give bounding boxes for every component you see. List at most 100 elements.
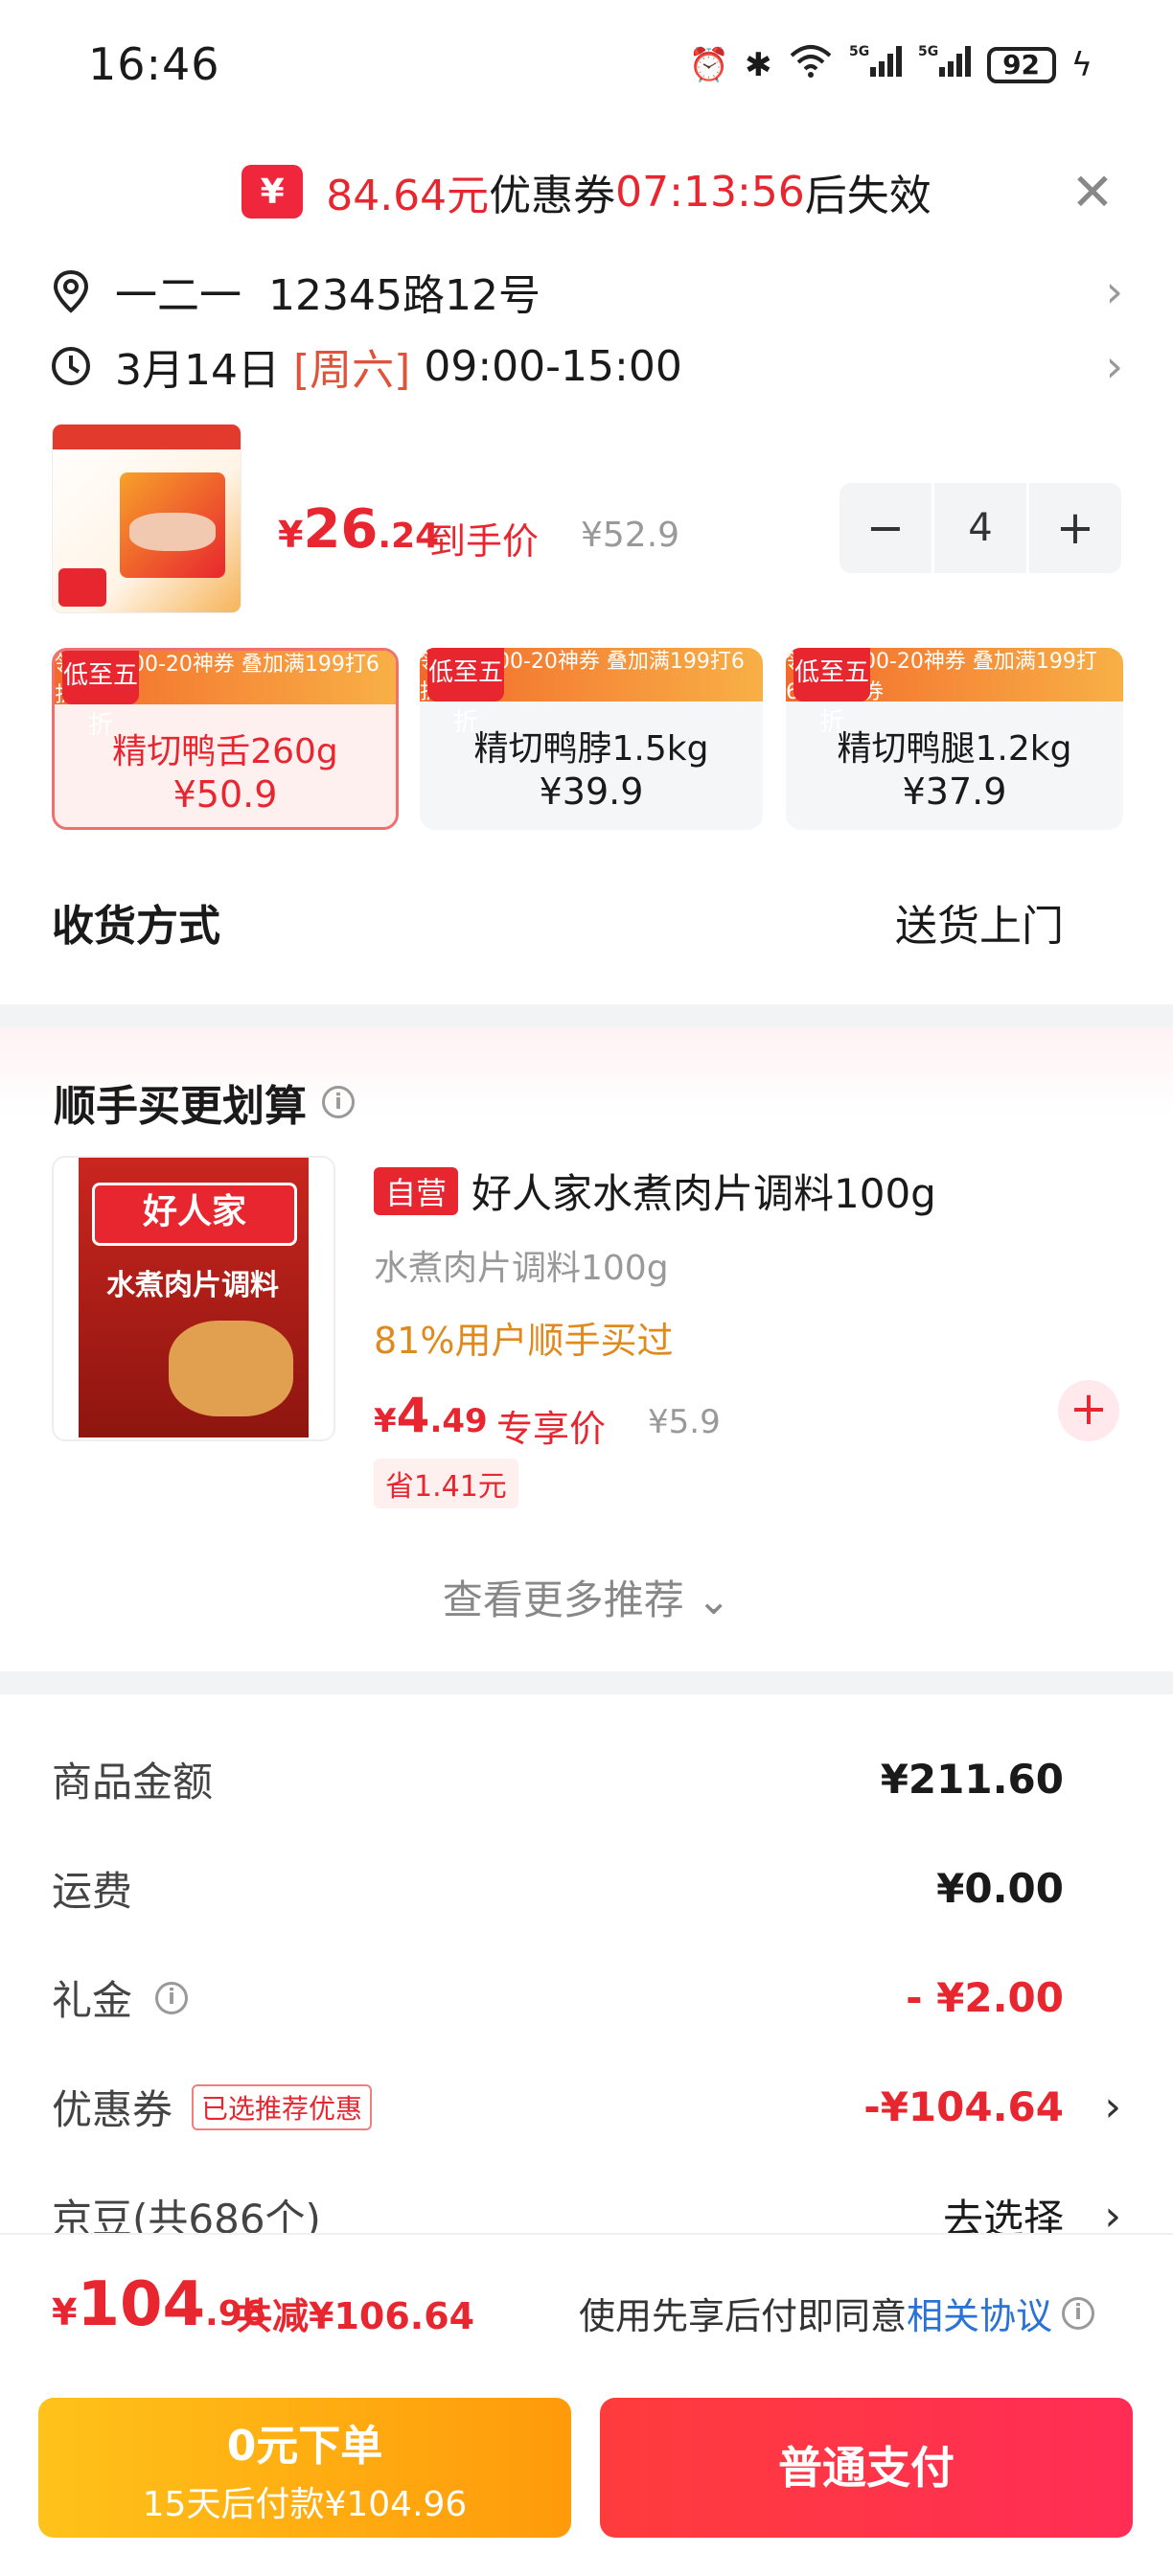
coupon-text: 优惠券 (489, 172, 616, 220)
chevron-right-icon: › (1105, 265, 1123, 317)
sku-price: ¥37.9 (902, 770, 1007, 813)
status-icons: ⏰ ✱ 5G 5G 92 ϟ (689, 42, 1092, 87)
sku-option-2[interactable]: 领满五200-20神券 叠加满199打6折品类券 低至五折 精切鸭脖1.5kg … (420, 648, 763, 830)
gift-money-value: - ¥2.00 (906, 1974, 1064, 2021)
goods-amount-value: ¥211.60 (880, 1756, 1064, 1803)
battery-icon: 92 (986, 46, 1056, 83)
shipping-row: 运费 ¥0.00 (52, 1859, 1121, 1918)
sku-badge: 低至五折 (794, 648, 870, 737)
total-integer: 104 (77, 2269, 206, 2340)
info-icon[interactable]: i (322, 1086, 355, 1118)
pay-later-title: 0元下单 (226, 2422, 383, 2471)
coupon-icon: ¥ (242, 165, 304, 218)
recommend-bought-rate: 81%用户顺手买过 (374, 1320, 674, 1362)
delivery-weekday: [周六] (292, 346, 411, 395)
recommend-price: ¥4.49 (374, 1388, 488, 1443)
coupon-countdown: 07:13:56 (615, 167, 805, 217)
decrease-button[interactable]: − (840, 501, 932, 555)
see-more-recommendations[interactable]: 查看更多推荐 ⌄ (0, 1568, 1173, 1626)
total-discount: 共减¥106.64 (236, 2295, 475, 2337)
order-total: ¥104.96 (52, 2269, 266, 2340)
agreement-text: 使用先享后付即同意 (579, 2295, 908, 2337)
recommend-title: 顺手买更划算 i (54, 1071, 355, 1133)
exclusive-price-label: 专享价 (496, 1408, 607, 1450)
goods-amount-row: 商品金额 ¥211.60 (52, 1750, 1121, 1808)
currency-symbol: ¥ (278, 514, 304, 556)
pay-later-subtitle: 15天后付款¥104.96 (142, 2485, 468, 2524)
checkout-page: 16:46 ⏰ ✱ 5G 5G 92 ϟ ¥ 84.64元 优惠券 07:13:… (0, 0, 1173, 2576)
svg-text:5G: 5G (849, 44, 869, 59)
receipt-method-row[interactable]: 收货方式 送货上门 (52, 891, 1121, 953)
sku-price: ¥39.9 (539, 770, 644, 813)
price-integer: 4 (396, 1388, 430, 1443)
agreement-link[interactable]: 相关协议 (907, 2287, 1052, 2339)
coupon-amount: 84.64元 (326, 172, 490, 220)
self-operated-tag: 自营 (374, 1166, 459, 1215)
shipping-label: 运费 (52, 1868, 133, 1915)
sku-price: ¥50.9 (172, 773, 278, 816)
info-icon[interactable]: i (155, 1981, 189, 2014)
recommend-spec: 水煮肉片调料100g (374, 1249, 669, 1288)
final-price-label: 到手价 (429, 520, 540, 563)
recommend-title-text: 顺手买更划算 (54, 1082, 307, 1131)
chevron-right-icon: › (1105, 340, 1123, 392)
clock-icon (52, 347, 90, 385)
coupon-value: -¥104.64 (863, 2083, 1064, 2130)
price-integer: 26 (303, 498, 379, 561)
chevron-right-icon: › (1104, 2082, 1121, 2131)
pay-later-button[interactable]: 0元下单 15天后付款¥104.96 (38, 2398, 571, 2538)
signal-5g-icon: 5G (918, 42, 972, 87)
section-divider (0, 1671, 1173, 1694)
recommend-product-image[interactable]: 好人家 水煮肉片调料 (52, 1156, 335, 1441)
bluetooth-icon: ✱ (745, 45, 772, 84)
wifi-icon (788, 42, 834, 87)
increase-button[interactable]: + (1029, 501, 1121, 555)
sku-option-3[interactable]: 领满五200-20神券 叠加满199打6折品类券 低至五折 精切鸭腿1.2kg … (786, 648, 1123, 830)
receipt-method-value: 送货上门 (895, 902, 1064, 951)
close-icon[interactable]: ✕ (1062, 161, 1123, 222)
agreement-notice: 使用先享后付即同意 相关协议 i (579, 2287, 1095, 2339)
add-to-order-button[interactable]: + (1058, 1380, 1119, 1441)
address-line: 12345路12号 (268, 271, 540, 320)
coupon-expire-text: 后失效 (804, 172, 932, 220)
original-price: ¥52.9 (581, 516, 680, 555)
product-label: 水煮肉片调料 (106, 1269, 279, 1302)
coupon-expiry-banner: ¥ 84.64元 优惠券 07:13:56 后失效 (0, 153, 1173, 230)
sku-badge: 低至五折 (427, 648, 504, 737)
price-decimal: .49 (429, 1402, 488, 1440)
address-name: 一二一 (115, 271, 242, 320)
shipping-value: ¥0.00 (936, 1865, 1064, 1912)
sku-option-1[interactable]: 领满五200-20神券 叠加满199打6折品类券 低至五折 精切鸭舌260g ¥… (52, 648, 399, 830)
goods-amount-label: 商品金额 (52, 1759, 214, 1806)
coupon-row[interactable]: 优惠券 已选推荐优惠 -¥104.64 › (52, 2078, 1121, 2136)
gift-money-label: 礼金 (52, 1977, 133, 2024)
location-pin-icon (53, 269, 89, 313)
signal-5g-icon: 5G (849, 42, 903, 87)
recommend-original-price: ¥5.9 (648, 1403, 721, 1441)
coupon-label: 优惠券 (52, 2086, 173, 2133)
address-row[interactable]: 一二一 12345路12号 › (50, 261, 1123, 322)
recommend-name-text: 好人家水煮肉片调料100g (472, 1170, 936, 1217)
recommended-coupon-tag: 已选推荐优惠 (192, 2083, 373, 2130)
sku-badge: 低至五折 (62, 651, 139, 740)
section-divider (0, 1004, 1173, 1027)
normal-pay-button[interactable]: 普通支付 (600, 2398, 1133, 2538)
save-badge: 省1.41元 (374, 1459, 518, 1508)
product-thumbnail[interactable] (52, 424, 242, 613)
recommend-product-name[interactable]: 自营 好人家水煮肉片调料100g (374, 1162, 936, 1220)
product-price: ¥26.24 (278, 498, 439, 561)
info-icon[interactable]: i (1062, 2296, 1095, 2330)
alarm-icon: ⏰ (688, 45, 730, 84)
charging-icon: ϟ (1070, 45, 1092, 84)
gift-money-row: 礼金 i - ¥2.00 (52, 1968, 1121, 2027)
delivery-time-row[interactable]: 3月14日 [周六] 09:00-15:00 › (50, 335, 1123, 397)
currency-symbol: ¥ (52, 2291, 78, 2334)
status-time: 16:46 (88, 38, 220, 90)
receipt-method-label: 收货方式 (52, 902, 220, 951)
quantity-value[interactable]: 4 (932, 483, 1029, 573)
quantity-stepper: − 4 + (840, 483, 1121, 573)
delivery-date: 3月14日 (115, 346, 280, 395)
currency-symbol: ¥ (374, 1402, 397, 1440)
delivery-range: 09:00-15:00 (424, 341, 682, 391)
product-brand: 好人家 (92, 1183, 297, 1246)
